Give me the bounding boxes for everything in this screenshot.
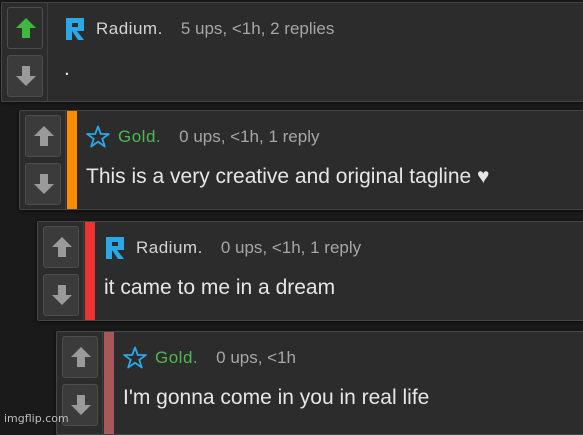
comment-meta: 0 ups, <1h, 1 reply (179, 127, 320, 146)
arrow-up-icon (71, 347, 91, 367)
comment-text: it came to me in a dream (104, 276, 336, 299)
downvote-button[interactable] (43, 274, 79, 316)
username[interactable]: Gold. (155, 348, 198, 368)
comment-text: . (64, 57, 70, 80)
downvote-button[interactable] (25, 163, 61, 205)
star-icon (86, 125, 110, 148)
downvote-button[interactable] (7, 55, 43, 97)
comment-meta: 0 ups, <1h (216, 348, 297, 367)
radium-r-icon (66, 18, 84, 40)
comment-text: I'm gonna come in you in real life (123, 386, 430, 409)
star-icon (123, 346, 147, 369)
comment-card: Gold. 0 ups, <1h, 1 reply This is a very… (19, 110, 583, 210)
thread-stripe (67, 111, 77, 209)
comment-card: Gold. 0 ups, <1h I'm gonna come in you i… (56, 331, 583, 435)
vote-column (20, 111, 66, 209)
comment-text: This is a very creative and original tag… (86, 165, 490, 188)
upvote-button[interactable] (62, 336, 98, 378)
vote-column (38, 222, 84, 320)
arrow-up-icon (34, 126, 54, 146)
upvote-button[interactable] (25, 115, 61, 157)
thread-stripe (104, 332, 114, 434)
arrow-down-icon (71, 395, 91, 415)
comment-meta: 0 ups, <1h, 1 reply (220, 238, 362, 257)
username[interactable]: Radium. (136, 238, 203, 258)
arrow-down-icon (34, 174, 54, 194)
vote-column (2, 3, 48, 101)
upvote-button[interactable] (43, 226, 79, 268)
comment-meta: 5 ups, <1h, 2 replies (180, 19, 335, 38)
arrow-up-icon (52, 237, 72, 257)
username[interactable]: Gold. (118, 127, 161, 147)
arrow-down-icon (52, 285, 72, 305)
username[interactable]: Radium. (96, 19, 163, 39)
upvote-button[interactable] (7, 7, 43, 49)
watermark: imgflip.com (4, 412, 69, 425)
radium-r-icon (106, 237, 124, 259)
arrow-up-icon (16, 18, 36, 38)
comment-card: Radium. 5 ups, <1h, 2 replies . (1, 2, 583, 102)
thread-stripe (85, 222, 95, 320)
arrow-down-icon (16, 66, 36, 86)
comment-card: Radium. 0 ups, <1h, 1 reply it came to m… (37, 221, 583, 321)
